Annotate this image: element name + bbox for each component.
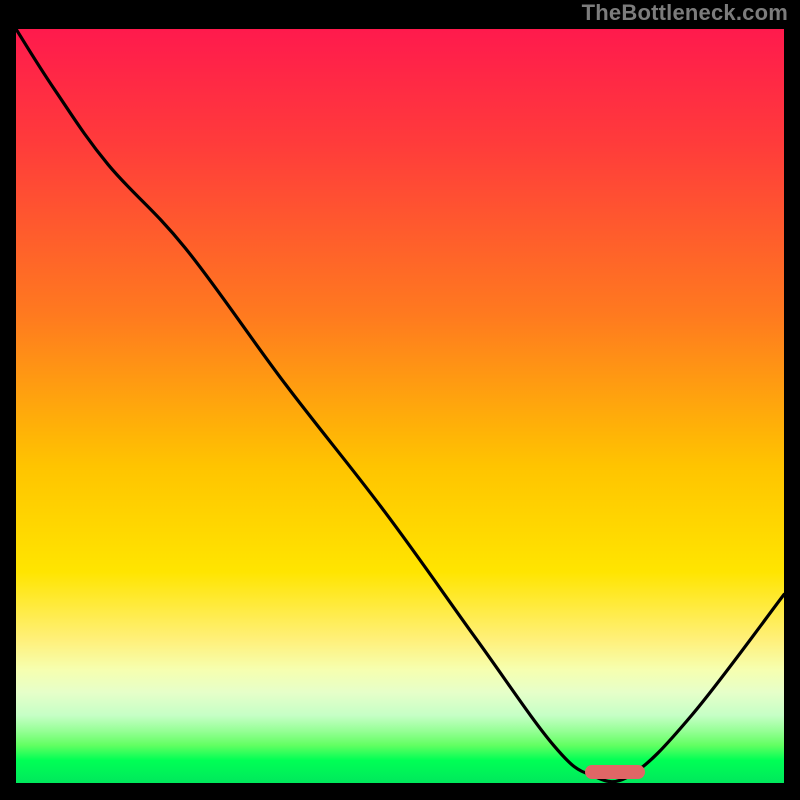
chart-container: TheBottleneck.com	[0, 0, 800, 800]
plot-frame	[13, 26, 787, 786]
gradient-background	[16, 29, 784, 783]
attribution-label: TheBottleneck.com	[582, 0, 788, 26]
optimum-marker	[585, 765, 645, 779]
